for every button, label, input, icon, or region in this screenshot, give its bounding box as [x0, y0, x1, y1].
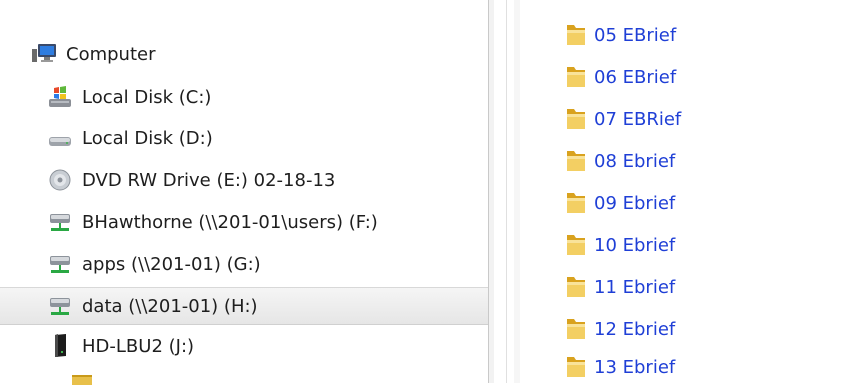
folder-label: 10 Ebrief: [594, 234, 676, 256]
nav-item-computer[interactable]: Computer: [0, 35, 488, 73]
folder-label: 06 EBrief: [594, 66, 677, 88]
nav-item-local-disk-c[interactable]: Local Disk (C:): [0, 78, 488, 116]
nav-item-hd-lbu2-drive[interactable]: HD-LBU2 (J:): [0, 327, 488, 365]
navigation-pane: Computer Local Disk (C:) Local Disk (D:): [0, 0, 488, 385]
folder-icon: [564, 22, 588, 48]
folder-label: 13 Ebrief: [594, 356, 676, 378]
folder-label: 05 EBrief: [594, 24, 677, 46]
folder-label: 11 Ebrief: [594, 276, 676, 298]
folder-icon: [564, 274, 588, 300]
nav-item-dvd-drive[interactable]: DVD RW Drive (E:) 02-18-13: [0, 161, 488, 199]
folder-icon: [564, 64, 588, 90]
folder-icon: [564, 232, 588, 258]
folder-item[interactable]: 08 Ebrief: [520, 144, 675, 178]
nav-item-label: DVD RW Drive (E:) 02-18-13: [82, 169, 336, 191]
file-list-pane: 05 EBrief 06 EBrief 07 EBRief 08 Ebrief …: [520, 0, 844, 383]
folder-item[interactable]: 12 Ebrief: [520, 312, 675, 346]
folder-label: 08 Ebrief: [594, 150, 676, 172]
dvd-icon: [46, 167, 74, 193]
network-drive-icon: [46, 209, 74, 235]
folder-icon: [564, 190, 588, 216]
nav-item-label: apps (\\201-01) (G:): [82, 253, 261, 275]
network-drive-icon: [46, 293, 74, 319]
nav-item-bhawthorne-drive[interactable]: BHawthorne (\\201-01\users) (F:): [0, 203, 488, 241]
hard-drive-icon: [46, 125, 74, 151]
nav-item-label: Computer: [66, 43, 156, 65]
folder-label: 09 Ebrief: [594, 192, 676, 214]
nav-item-label: Local Disk (C:): [82, 86, 212, 108]
nav-item-label: HD-LBU2 (J:): [82, 335, 195, 357]
folder-label: 12 Ebrief: [594, 318, 676, 340]
nav-item-local-disk-d[interactable]: Local Disk (D:): [0, 119, 488, 157]
nav-item-label: data (\\201-01) (H:): [82, 295, 258, 317]
windows-drive-icon: [46, 84, 74, 110]
nav-item-label: BHawthorne (\\201-01\users) (F:): [82, 211, 378, 233]
folder-item[interactable]: 10 Ebrief: [520, 228, 675, 262]
folder-icon: [72, 375, 92, 385]
folder-item[interactable]: 05 EBrief: [520, 18, 676, 52]
pane-splitter[interactable]: [488, 0, 520, 383]
external-drive-icon: [46, 333, 74, 359]
folder-item[interactable]: 11 Ebrief: [520, 270, 675, 304]
folder-label: 07 EBRief: [594, 108, 682, 130]
folder-item[interactable]: 07 EBRief: [520, 102, 681, 136]
nav-item-label: Local Disk (D:): [82, 127, 213, 149]
nav-item-data-drive[interactable]: data (\\201-01) (H:): [0, 287, 488, 325]
folder-icon: [564, 354, 588, 380]
network-drive-icon: [46, 251, 74, 277]
folder-icon: [564, 148, 588, 174]
nav-item-apps-drive[interactable]: apps (\\201-01) (G:): [0, 245, 488, 283]
folder-item[interactable]: 13 Ebrief: [520, 350, 675, 384]
folder-icon: [564, 106, 588, 132]
folder-icon: [564, 316, 588, 342]
folder-item[interactable]: 06 EBrief: [520, 60, 676, 94]
folder-item[interactable]: 09 Ebrief: [520, 186, 675, 220]
computer-icon: [30, 41, 58, 67]
